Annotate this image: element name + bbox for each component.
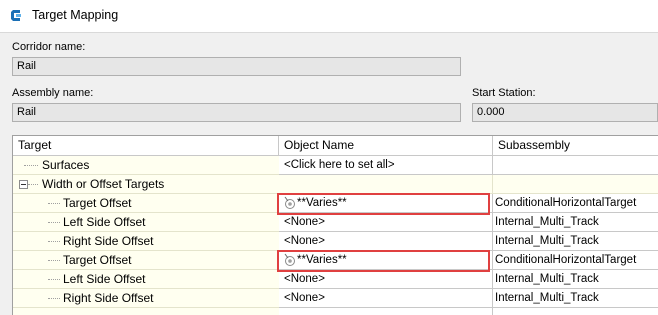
column-header-target[interactable]: Target	[13, 136, 279, 156]
object-name-cell	[279, 175, 493, 194]
window-title: Target Mapping	[32, 8, 119, 22]
target-label: Left Side Offset	[63, 215, 146, 229]
start-station-field: 0.000	[472, 103, 658, 122]
object-name-cell[interactable]: **Varies**	[279, 194, 493, 213]
target-label: Target Offset	[63, 196, 132, 210]
grid-row-surfaces[interactable]: Surfaces <Click here to set all>	[13, 156, 658, 175]
target-mapping-grid: Target Object Name Subassembly Surfaces …	[12, 135, 658, 315]
assembly-name-label: Assembly name:	[12, 87, 94, 99]
object-name-cell[interactable]: <None>	[279, 232, 493, 251]
grid-row-right-side-offset[interactable]: Right Side Offset <None> Internal_Multi_…	[13, 289, 658, 308]
target-cell: Surfaces	[13, 156, 279, 175]
grid-row-left-side-offset[interactable]: Left Side Offset <None> Internal_Multi_T…	[13, 270, 658, 289]
subassembly-cell: Internal_Multi_Track	[493, 289, 658, 308]
grid-row-left-side-offset[interactable]: Left Side Offset <None> Internal_Multi_T…	[13, 213, 658, 232]
target-label: Width or Offset Targets	[42, 177, 165, 191]
collapse-icon[interactable]	[19, 180, 28, 189]
subassembly-cell	[493, 156, 658, 175]
assembly-name-field: Rail	[12, 103, 461, 122]
object-name-cell[interactable]: <Click here to set all>	[279, 156, 493, 175]
app-icon	[11, 10, 21, 21]
target-label: Target Offset	[63, 253, 132, 267]
subassembly-cell: Internal_Multi_Track	[493, 213, 658, 232]
grid-row-target-offset[interactable]: Target Offset **Varies** ConditionalHori…	[13, 251, 658, 270]
target-cell: Target Offset	[13, 194, 279, 213]
column-header-subassembly[interactable]: Subassembly	[493, 136, 658, 156]
target-object-icon	[284, 196, 295, 209]
target-cell: Right Side Offset	[13, 232, 279, 251]
subassembly-cell: Internal_Multi_Track	[493, 270, 658, 289]
subassembly-cell: ConditionalHorizontalTarget	[493, 251, 658, 270]
target-label: Surfaces	[42, 158, 90, 172]
target-cell: Target Offset	[13, 251, 279, 270]
target-cell: Left Side Offset	[13, 213, 279, 232]
target-cell: Width or Offset Targets	[13, 175, 279, 194]
subassembly-cell: ConditionalHorizontalTarget	[493, 194, 658, 213]
subassembly-cell	[493, 175, 658, 194]
object-name-cell[interactable]: <None>	[279, 289, 493, 308]
subassembly-cell: Internal_Multi_Track	[493, 232, 658, 251]
corridor-name-field: Rail	[12, 57, 461, 76]
column-header-object-name[interactable]: Object Name	[279, 136, 493, 156]
object-name-cell[interactable]: **Varies**	[279, 251, 493, 270]
grid-row-target-offset[interactable]: Target Offset **Varies** ConditionalHori…	[13, 194, 658, 213]
start-station-label: Start Station:	[472, 87, 536, 99]
target-cell: Right Side Offset	[13, 289, 279, 308]
grid-row-right-side-offset[interactable]: Right Side Offset <None> Internal_Multi_…	[13, 232, 658, 251]
target-object-icon	[284, 253, 295, 266]
corridor-name-label: Corridor name:	[12, 41, 86, 53]
object-name-cell[interactable]: <None>	[279, 270, 493, 289]
target-cell: Left Side Offset	[13, 270, 279, 289]
target-label: Right Side Offset	[63, 291, 154, 305]
title-bar: Target Mapping	[0, 0, 658, 33]
object-name-cell[interactable]: <None>	[279, 213, 493, 232]
grid-row-width-offset-targets[interactable]: Width or Offset Targets	[13, 175, 658, 194]
target-label: Left Side Offset	[63, 272, 146, 286]
target-label: Right Side Offset	[63, 234, 154, 248]
